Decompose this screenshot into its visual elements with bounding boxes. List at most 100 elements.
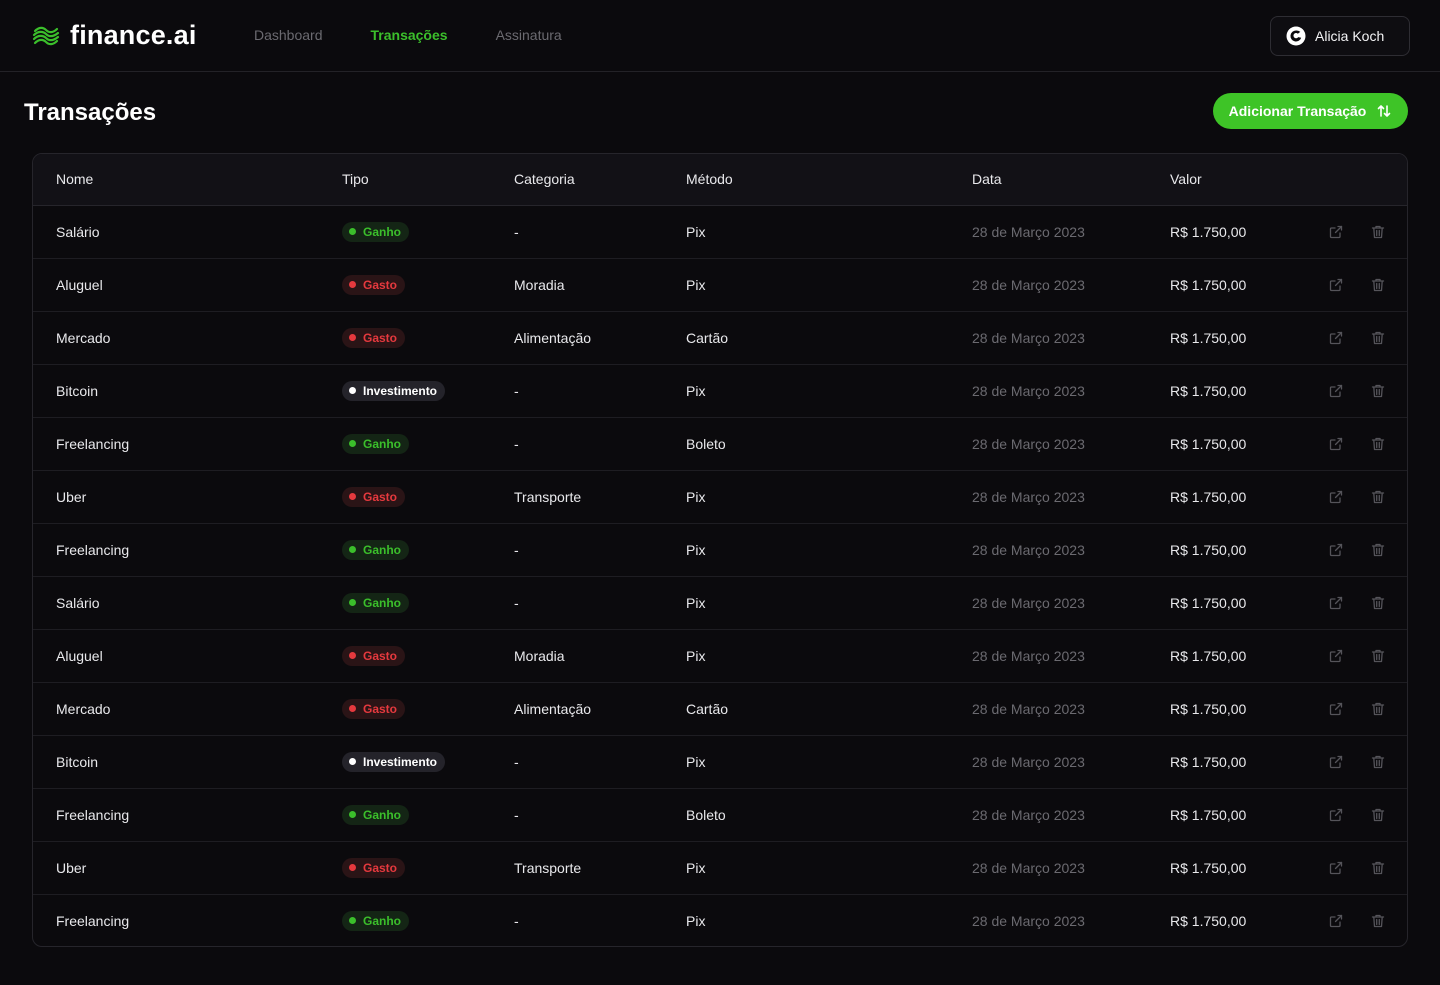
cell-categoria: -: [514, 364, 686, 418]
cell-nome: Uber: [33, 470, 342, 524]
table-row[interactable]: Aluguel Gasto Moradia Pix 28 de Março 2023 R$…: [33, 629, 1407, 683]
table-row[interactable]: Freelancing Ganho - Pix 28 de Março 2023 R$ 1…: [33, 894, 1407, 946]
nav-assinatura[interactable]: Assinatura: [496, 27, 562, 43]
table-row[interactable]: Freelancing Ganho - Pix 28 de Março 2023 R$ 1…: [33, 523, 1407, 577]
external-link-icon[interactable]: [1328, 807, 1344, 823]
tipo-badge: Gasto: [342, 698, 406, 719]
external-link-icon[interactable]: [1328, 701, 1344, 717]
status-dot-icon: [349, 864, 356, 871]
tipo-badge-label: Gasto: [363, 701, 398, 716]
column-header-valor: Valor: [1170, 154, 1310, 206]
tipo-badge-label: Investimento: [363, 754, 438, 769]
trash-icon[interactable]: [1370, 913, 1386, 929]
brand-logo[interactable]: finance.ai: [32, 20, 197, 51]
tipo-badge: Ganho: [342, 221, 409, 242]
external-link-icon[interactable]: [1328, 224, 1344, 240]
trash-icon[interactable]: [1370, 436, 1386, 452]
cell-nome: Mercado: [33, 682, 342, 736]
cell-categoria: -: [514, 417, 686, 471]
external-link-icon[interactable]: [1328, 595, 1344, 611]
trash-icon[interactable]: [1370, 277, 1386, 293]
trash-icon[interactable]: [1370, 383, 1386, 399]
cell-metodo: Pix: [686, 735, 972, 789]
external-link-icon[interactable]: [1328, 860, 1344, 876]
table-row[interactable]: Uber Gasto Transporte Pix 28 de Março 2023 R$…: [33, 470, 1407, 524]
cell-metodo: Cartão: [686, 311, 972, 365]
external-link-icon[interactable]: [1328, 754, 1344, 770]
cell-nome: Mercado: [33, 311, 342, 365]
cell-data: 28 de Março 2023: [972, 841, 1170, 895]
cell-data: 28 de Março 2023: [972, 311, 1170, 365]
add-transaction-button[interactable]: Adicionar Transação: [1213, 93, 1408, 129]
external-link-icon[interactable]: [1328, 330, 1344, 346]
cell-metodo: Pix: [686, 364, 972, 418]
status-dot-icon: [349, 758, 356, 765]
column-header-metodo: Método: [686, 154, 972, 206]
table-row[interactable]: Aluguel Gasto Moradia Pix 28 de Março 2023 R$…: [33, 258, 1407, 312]
table-row[interactable]: Mercado Gasto Alimentação Cartão 28 de Março…: [33, 311, 1407, 365]
tipo-badge-label: Gasto: [363, 860, 398, 875]
cell-categoria: Moradia: [514, 258, 686, 312]
tipo-badge-label: Gasto: [363, 489, 398, 504]
external-link-icon[interactable]: [1328, 648, 1344, 664]
table-row[interactable]: Freelancing Ganho - Boleto 28 de Março 2023 R…: [33, 417, 1407, 471]
tipo-badge: Gasto: [342, 486, 406, 507]
nav-dashboard[interactable]: Dashboard: [254, 27, 323, 43]
tipo-badge-label: Investimento: [363, 383, 438, 398]
nav-transacoes[interactable]: Transações: [371, 27, 448, 43]
trash-icon[interactable]: [1370, 489, 1386, 505]
external-link-icon[interactable]: [1328, 277, 1344, 293]
brand-name: finance.ai: [70, 20, 197, 50]
cell-actions: [1310, 788, 1407, 842]
user-menu-button[interactable]: Alicia Koch: [1270, 16, 1410, 56]
finance-logo-icon: [32, 26, 60, 45]
cell-data: 28 de Março 2023: [972, 629, 1170, 683]
cell-actions: [1310, 258, 1407, 312]
status-dot-icon: [349, 917, 356, 925]
table-row[interactable]: Salário Ganho - Pix 28 de Março 2023 R$ 1.750…: [33, 576, 1407, 630]
trash-icon[interactable]: [1370, 648, 1386, 664]
user-avatar-icon: [1286, 26, 1306, 46]
cell-nome: Bitcoin: [33, 735, 342, 789]
trash-icon[interactable]: [1370, 224, 1386, 240]
trash-icon[interactable]: [1370, 330, 1386, 346]
cell-valor: R$ 1.750,00: [1170, 364, 1310, 418]
cell-valor: R$ 1.750,00: [1170, 682, 1310, 736]
table-row[interactable]: Uber Gasto Transporte Pix 28 de Março 2023 R$…: [33, 841, 1407, 895]
external-link-icon[interactable]: [1328, 436, 1344, 452]
cell-categoria: Transporte: [514, 470, 686, 524]
trash-icon[interactable]: [1370, 807, 1386, 823]
table-row[interactable]: Bitcoin Investimento - Pix 28 de Março 2023 R…: [33, 735, 1407, 789]
tipo-badge: Investimento: [342, 751, 446, 772]
table-row[interactable]: Bitcoin Investimento - Pix 28 de Março 2023 R…: [33, 364, 1407, 418]
external-link-icon[interactable]: [1328, 383, 1344, 399]
cell-nome: Salário: [33, 205, 342, 259]
trash-icon[interactable]: [1370, 595, 1386, 611]
cell-tipo: Ganho: [342, 523, 514, 577]
table-row[interactable]: Salário Ganho - Pix 28 de Março 2023 R$ 1.750…: [33, 205, 1407, 259]
cell-valor: R$ 1.750,00: [1170, 629, 1310, 683]
trash-icon[interactable]: [1370, 701, 1386, 717]
cell-tipo: Ganho: [342, 205, 514, 259]
cell-actions: [1310, 311, 1407, 365]
cell-data: 28 de Março 2023: [972, 205, 1170, 259]
external-link-icon[interactable]: [1328, 913, 1344, 929]
top-navbar: finance.ai Dashboard Transações Assinatu…: [0, 0, 1440, 72]
trash-icon[interactable]: [1370, 754, 1386, 770]
trash-icon[interactable]: [1370, 860, 1386, 876]
cell-metodo: Pix: [686, 841, 972, 895]
cell-valor: R$ 1.750,00: [1170, 417, 1310, 471]
cell-nome: Freelancing: [33, 788, 342, 842]
cell-tipo: Investimento: [342, 364, 514, 418]
external-link-icon[interactable]: [1328, 489, 1344, 505]
table-row[interactable]: Mercado Gasto Alimentação Cartão 28 de Março…: [33, 682, 1407, 736]
cell-tipo: Gasto: [342, 311, 514, 365]
cell-categoria: -: [514, 788, 686, 842]
trash-icon[interactable]: [1370, 542, 1386, 558]
table-row[interactable]: Freelancing Ganho - Boleto 28 de Março 2023 R…: [33, 788, 1407, 842]
external-link-icon[interactable]: [1328, 542, 1344, 558]
cell-metodo: Pix: [686, 523, 972, 577]
cell-valor: R$ 1.750,00: [1170, 788, 1310, 842]
cell-categoria: -: [514, 523, 686, 577]
cell-data: 28 de Março 2023: [972, 788, 1170, 842]
